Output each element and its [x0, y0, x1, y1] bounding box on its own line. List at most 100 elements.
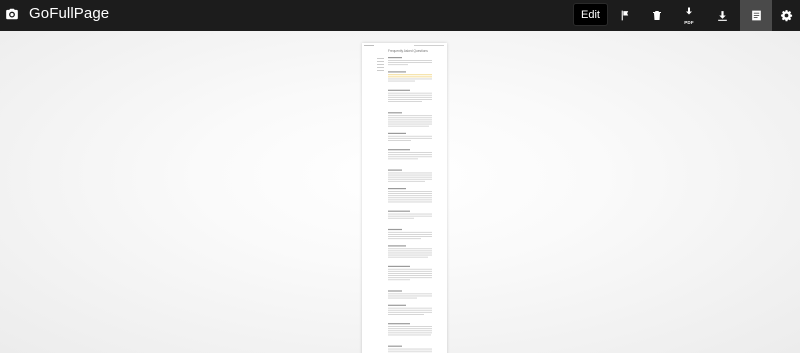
thumb-text-line: [388, 295, 432, 297]
thumb-header-links: [414, 45, 444, 46]
thumb-subheading: [388, 188, 406, 190]
thumb-text-line: [388, 217, 414, 219]
thumb-text-line: [388, 62, 432, 63]
thumb-text-line: [388, 293, 432, 295]
thumb-text-line: [388, 334, 431, 336]
edit-button[interactable]: Edit: [573, 3, 608, 26]
thumb-text-line: [388, 252, 432, 254]
thumb-subheading: [388, 149, 410, 151]
thumb-text-line: [388, 201, 432, 203]
thumb-sidebar-item: [377, 64, 384, 65]
thumb-text-line: [388, 64, 408, 66]
thumb-sidebar-item: [377, 70, 384, 71]
thumb-text-line: [388, 119, 432, 121]
app-title: GoFullPage: [29, 5, 110, 22]
thumb-subheading: [388, 89, 410, 91]
gear-icon: [780, 10, 792, 22]
thumb-sidebar-item: [377, 67, 384, 68]
thumb-text-line: [388, 191, 432, 192]
thumb-text-line: [388, 309, 432, 311]
thumb-text-line: [388, 178, 432, 180]
thumb-text-line: [388, 297, 417, 299]
thumb-text-line: [388, 94, 432, 96]
thumb-text-line: [388, 248, 432, 250]
thumb-text-line: [388, 80, 415, 82]
thumb-text-line: [388, 152, 432, 153]
thumb-text-line: [388, 123, 432, 125]
thumb-text-line: [388, 180, 425, 182]
thumb-subheading: [388, 132, 406, 134]
pdf-badge: PDF: [684, 20, 694, 25]
thumb-text-line: [388, 275, 432, 276]
download-icon: [717, 10, 727, 21]
thumb-text-line: [388, 137, 432, 139]
thumb-text-line: [388, 238, 421, 240]
thumb-text-line: [388, 121, 432, 123]
flag-icon: [621, 10, 628, 21]
top-bar: GoFullPage Edit PDF: [0, 0, 800, 31]
screenshot-preview[interactable]: Frequently Asked Questions: [362, 43, 447, 353]
document-icon: [751, 10, 761, 21]
document-view-button[interactable]: [740, 0, 772, 31]
thumb-text-line: [388, 197, 432, 199]
thumb-text-line: [388, 176, 432, 178]
flag-button[interactable]: [609, 0, 641, 31]
thumb-text-line: [388, 332, 432, 334]
thumb-text-line: [388, 311, 432, 313]
download-pdf-icon: [686, 7, 692, 15]
thumb-page-heading: Frequently Asked Questions: [388, 49, 428, 53]
thumb-text-line: [388, 135, 432, 137]
thumb-text-line: [388, 78, 432, 80]
thumb-text-line: [388, 326, 432, 327]
thumb-text-line: [388, 172, 432, 174]
thumb-text-line: [388, 154, 432, 156]
thumb-subheading: [388, 290, 402, 292]
thumb-text-line: [388, 273, 432, 274]
preview-stage: Frequently Asked Questions: [0, 31, 800, 353]
thumb-text-line: [388, 231, 432, 233]
thumb-text-line: [388, 158, 418, 160]
thumb-header: [364, 45, 374, 46]
thumb-text-line: [388, 236, 432, 237]
thumb-text-line: [388, 328, 432, 330]
thumb-text-line: [388, 74, 432, 76]
thumb-subheading: [388, 345, 402, 347]
thumb-subheading: [388, 228, 402, 231]
thumb-subheading: [388, 71, 406, 73]
thumb-text-line: [388, 215, 432, 217]
thumb-subheading: [388, 57, 402, 59]
download-button[interactable]: [706, 0, 738, 31]
delete-button[interactable]: [641, 0, 673, 31]
thumb-text-line: [388, 99, 432, 100]
thumb-text-line: [388, 115, 432, 117]
thumb-text-line: [388, 268, 432, 270]
thumb-text-line: [388, 256, 428, 258]
settings-button[interactable]: [772, 0, 800, 31]
thumb-text-line: [388, 96, 432, 98]
page-thumbnail-lines: Frequently Asked Questions: [364, 45, 444, 353]
thumb-subheading: [388, 112, 402, 114]
download-pdf-button[interactable]: PDF: [673, 0, 705, 31]
thumb-text-line: [388, 270, 432, 272]
thumb-text-line: [388, 101, 422, 102]
thumb-text-line: [388, 195, 432, 197]
thumb-text-line: [388, 140, 411, 141]
thumb-text-line: [388, 117, 432, 119]
thumb-subheading: [388, 210, 410, 212]
thumb-text-line: [388, 277, 432, 279]
thumb-subheading: [388, 245, 406, 247]
thumb-text-line: [388, 314, 424, 315]
trash-icon: [653, 11, 661, 20]
thumb-subheading: [388, 265, 410, 267]
thumb-text-line: [388, 174, 432, 176]
thumb-text-line: [388, 193, 432, 194]
thumb-text-line: [388, 76, 432, 78]
thumb-text-line: [388, 348, 432, 350]
thumb-sidebar-item: [377, 58, 384, 59]
thumb-text-line: [388, 60, 432, 61]
thumb-text-line: [388, 254, 432, 256]
thumb-text-line: [388, 92, 432, 94]
thumb-text-line: [388, 234, 432, 235]
thumb-text-line: [388, 350, 432, 352]
thumb-text-line: [388, 125, 429, 127]
